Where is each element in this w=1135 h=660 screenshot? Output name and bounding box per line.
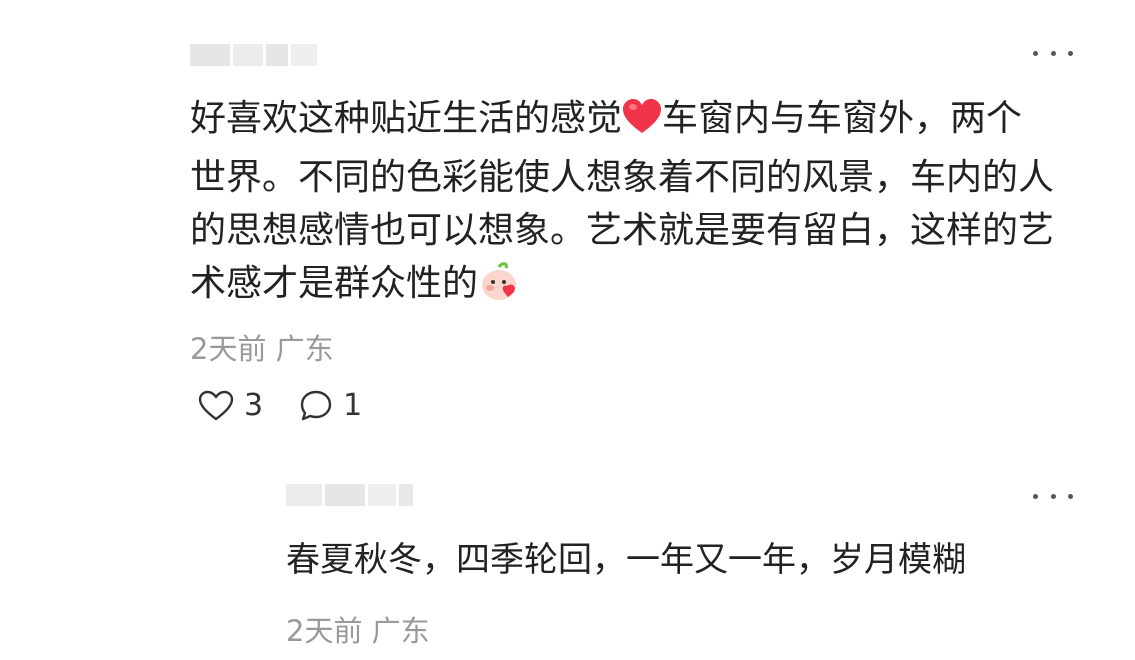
reply-more-options-button[interactable] [1033, 486, 1073, 506]
reply-count: 1 [343, 388, 363, 423]
comment-actions: 3 1 [198, 388, 398, 423]
like-button[interactable]: 3 [198, 388, 263, 423]
comment-bubble-icon [300, 390, 332, 420]
comment-line-4: 术感才是群众性的 [190, 257, 1090, 316]
reply-meta: 2天前 广东 [286, 608, 430, 650]
heart-outline-icon [198, 390, 234, 420]
comment-time: 2天前 [190, 332, 267, 366]
comment-line-1: 好喜欢这种贴近生活的感觉 车窗内与车窗外，两个 [190, 92, 1090, 151]
blushing-peach-emoji-icon [478, 261, 520, 316]
comment-line-3: 的思想感情也可以想象。艺术就是要有留白，这样的艺 [190, 210, 1055, 251]
reply-avatar[interactable] [190, 468, 254, 532]
reply-time: 2天前 [286, 614, 363, 648]
comment-location: 广东 [275, 332, 334, 366]
reply-text: 春夏秋冬，四季轮回，一年又一年，岁月模糊 [286, 540, 966, 580]
comment-meta: 2天前 广东 [190, 326, 334, 368]
avatar[interactable] [57, 28, 167, 138]
more-options-button[interactable] [1033, 43, 1073, 63]
dot-icon [1068, 493, 1073, 499]
dot-icon [1050, 493, 1056, 499]
username-blurred[interactable] [190, 42, 317, 68]
reply-location: 广东 [371, 614, 430, 648]
dot-icon [1033, 493, 1038, 499]
comment-text: 好喜欢这种贴近生活的感觉 车窗内与车窗外，两个 世界。不同的色彩能使人想象着不同的… [190, 92, 1090, 316]
heart-emoji-icon [622, 98, 662, 151]
dot-icon [1068, 50, 1073, 56]
dot-icon [1050, 50, 1056, 56]
reply-button[interactable]: 1 [299, 388, 362, 423]
dot-icon [1033, 50, 1038, 56]
comment-line-2: 世界。不同的色彩能使人想象着不同的风景，车内的人 [190, 157, 1055, 198]
like-count: 3 [244, 388, 264, 423]
reply-username-blurred[interactable] [286, 482, 413, 508]
